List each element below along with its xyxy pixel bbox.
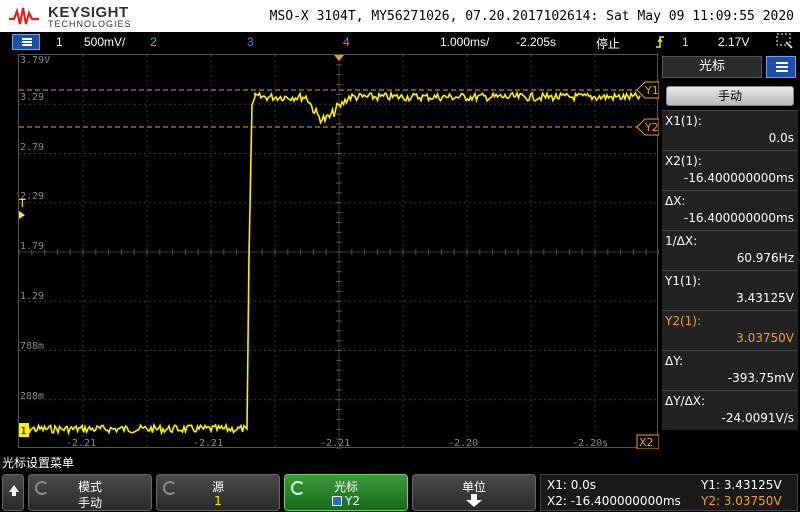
title-bar: KEYSIGHT TECHNOLOGIES MSO-X 3104T, MY562… — [0, 0, 800, 32]
svg-text:Y1: Y1 — [644, 84, 659, 97]
y-axis-label: 2.79 — [20, 142, 45, 153]
instrument-info: MSO-X 3104T, MY56271026, 07.20.201710261… — [269, 9, 794, 24]
readout-delta-x: ΔX: -16.400000000ms — [662, 190, 798, 230]
cursor-readout-list: X1(1): 0.0s X2(1): -16.400000000ms ΔX: -16.… — [662, 110, 798, 430]
readout-y2-text: Y2: 3.03750V — [701, 494, 782, 508]
ch2-number[interactable]: 2 — [150, 35, 157, 49]
keysight-wave-icon — [9, 7, 39, 25]
readout-x1-text: X1: 0.0s — [547, 478, 597, 492]
source-softkey[interactable]: 源 1 — [156, 474, 280, 511]
trigger-edge-icon — [655, 35, 665, 52]
run-state[interactable]: 停止 — [596, 35, 620, 52]
readout-inverse-delta-x: 1/ΔX: 60.976Hz — [662, 230, 798, 270]
trigger-channel[interactable]: 1 — [682, 35, 689, 49]
mode-softkey[interactable]: 模式 手动 — [28, 474, 152, 511]
channel-1-trace — [19, 90, 641, 436]
readout-y1-text: Y1: 3.43125V — [701, 478, 782, 492]
menu-icon — [776, 62, 788, 72]
cursor-y2-marker[interactable]: Y2 — [636, 118, 659, 136]
svg-text:Y2: Y2 — [644, 121, 659, 134]
up-arrow-icon — [9, 485, 19, 496]
units-softkey[interactable]: 单位 — [412, 474, 536, 511]
cursor-mode-button[interactable]: 手动 — [666, 86, 794, 106]
screen-zoom-icon[interactable] — [776, 33, 794, 52]
ch4-number[interactable]: 4 — [343, 35, 350, 49]
softkey-menu-title: 光标设置菜单 — [2, 456, 75, 470]
cursor-panel: 光标 手动 X1(1): 0.0s X2(1): -16.400000000ms Δ… — [660, 54, 800, 448]
graticule: Y1Y2X21T — [19, 55, 659, 449]
readout-delta-y: ΔY: -393.75mV — [662, 350, 798, 390]
y-axis-label: 1.79 — [20, 241, 45, 252]
cursor-select-softkey[interactable]: 光标 Y2 — [284, 474, 408, 511]
cursor-selected-value: Y2 — [345, 494, 360, 508]
y-axis-label: 288m — [20, 391, 45, 402]
tab-cursors[interactable]: 光标 — [662, 56, 762, 78]
svg-text:X2: X2 — [639, 436, 654, 449]
trigger-level[interactable]: 2.17V — [718, 35, 749, 49]
readout-x2-text: X2: -16.400000000ms — [547, 494, 681, 508]
keysight-logo: KEYSIGHT TECHNOLOGIES — [8, 3, 138, 29]
time-delay[interactable]: -2.205s — [516, 35, 556, 49]
timebase[interactable]: 1.000ms/ — [440, 35, 489, 49]
y-axis-label: 3.29 — [20, 92, 45, 103]
brand-subtitle: TECHNOLOGIES — [48, 19, 132, 29]
waveform-display[interactable]: Y1 Y2 X2 1 T — [18, 54, 659, 449]
x-axis-label: -2.21 — [193, 438, 224, 449]
readout-x2: X2(1): -16.400000000ms — [662, 150, 798, 190]
ch3-number[interactable]: 3 — [247, 35, 254, 49]
softkey-bar: 模式 手动 源 1 光标 Y2 单位 X1: 0.0s X2: -16.4000… — [0, 472, 800, 512]
panel-tabs: 光标 — [660, 54, 800, 80]
panel-menu-button[interactable] — [766, 56, 796, 78]
cursor-y1-marker[interactable]: Y1 — [636, 81, 659, 99]
readout-y1: Y1(1): 3.43125V — [662, 270, 798, 310]
x-axis-label: -2.21 — [66, 438, 97, 449]
channel-1-ground-marker[interactable]: 1 — [19, 423, 29, 437]
svg-text:1: 1 — [21, 426, 27, 437]
down-arrow-icon — [413, 494, 535, 511]
status-bar: 1 500mV/ 2 3 4 1.000ms/ -2.205s 停止 1 2.1… — [0, 32, 800, 52]
ch1-number[interactable]: 1 — [56, 35, 63, 49]
y-axis-label: 1.29 — [20, 291, 45, 302]
cursor-readout-box: X1: 0.0s X2: -16.400000000ms Y1: 3.43125… — [540, 474, 798, 511]
selected-checkbox-icon — [332, 496, 343, 506]
x1-top-marker — [334, 55, 344, 61]
y-axis-label: 2.29 — [20, 191, 45, 202]
x-axis-label: -2.21 — [320, 438, 351, 449]
x-axis-label: -2.20 — [448, 438, 479, 449]
back-up-button[interactable] — [2, 474, 24, 511]
y-axis-label: 788m — [20, 341, 45, 352]
readout-y2: Y2(1): 3.03750V — [662, 310, 798, 350]
y-axis-label: 3.79V — [20, 55, 51, 66]
oscilloscope-screen: KEYSIGHT TECHNOLOGIES MSO-X 3104T, MY562… — [0, 0, 800, 512]
ch1-scale[interactable]: 500mV/ — [84, 35, 125, 49]
main-menu-button[interactable] — [12, 34, 40, 50]
cursor-x2-marker[interactable]: X2 — [636, 434, 659, 449]
menu-icon — [22, 38, 32, 46]
readout-x1: X1(1): 0.0s — [662, 110, 798, 150]
x-axis-label: -2.20s — [572, 438, 609, 449]
readout-dy-dx: ΔY/ΔX: -24.0091V/s — [662, 390, 798, 430]
